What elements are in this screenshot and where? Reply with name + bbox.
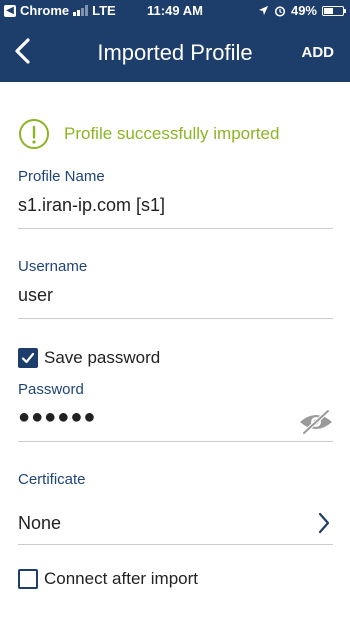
profile-name-field[interactable]: s1.iran-ip.com [s1] bbox=[18, 195, 165, 216]
status-right: 49% bbox=[258, 3, 346, 18]
username-label: Username bbox=[18, 258, 88, 275]
certificate-selector[interactable]: None bbox=[18, 505, 333, 541]
status-bar: ◀ Chrome LTE 11:49 AM 49% bbox=[0, 0, 350, 22]
location-icon bbox=[258, 5, 269, 16]
add-button[interactable]: ADD bbox=[302, 44, 335, 61]
password-divider bbox=[18, 441, 333, 442]
connect-after-import-label: Connect after import bbox=[44, 569, 199, 588]
page-title: Imported Profile bbox=[97, 40, 253, 65]
username-field[interactable]: user bbox=[18, 285, 53, 306]
info-circle-icon bbox=[19, 119, 49, 149]
password-field[interactable]: ●●●●●● bbox=[18, 406, 96, 429]
chevron-right-icon bbox=[318, 512, 330, 534]
profile-name-label: Profile Name bbox=[18, 168, 105, 185]
app-header: ◀ Chrome LTE 11:49 AM 49% Imported Profi… bbox=[0, 0, 350, 82]
checkbox-checked-icon bbox=[18, 348, 38, 368]
password-label: Password bbox=[18, 381, 84, 398]
certificate-value: None bbox=[18, 513, 62, 533]
battery-percent: 49% bbox=[290, 3, 317, 18]
profile-name-divider bbox=[18, 228, 333, 229]
save-password-label: Save password bbox=[44, 348, 161, 367]
success-banner: Profile successfully imported bbox=[18, 118, 279, 150]
username-divider bbox=[18, 318, 333, 319]
toggle-password-visibility[interactable] bbox=[298, 408, 334, 441]
checkbox-unchecked-icon bbox=[18, 569, 38, 589]
nav-bar: Imported Profile ADD bbox=[0, 30, 350, 76]
save-password-checkbox[interactable]: Save password bbox=[18, 348, 160, 368]
alarm-icon bbox=[274, 5, 286, 17]
success-message: Profile successfully imported bbox=[64, 124, 280, 143]
battery-icon bbox=[322, 5, 346, 16]
eye-slash-icon bbox=[300, 409, 332, 435]
certificate-label: Certificate bbox=[18, 471, 86, 488]
certificate-divider bbox=[18, 544, 333, 545]
connect-after-import-checkbox[interactable]: Connect after import bbox=[18, 569, 198, 589]
